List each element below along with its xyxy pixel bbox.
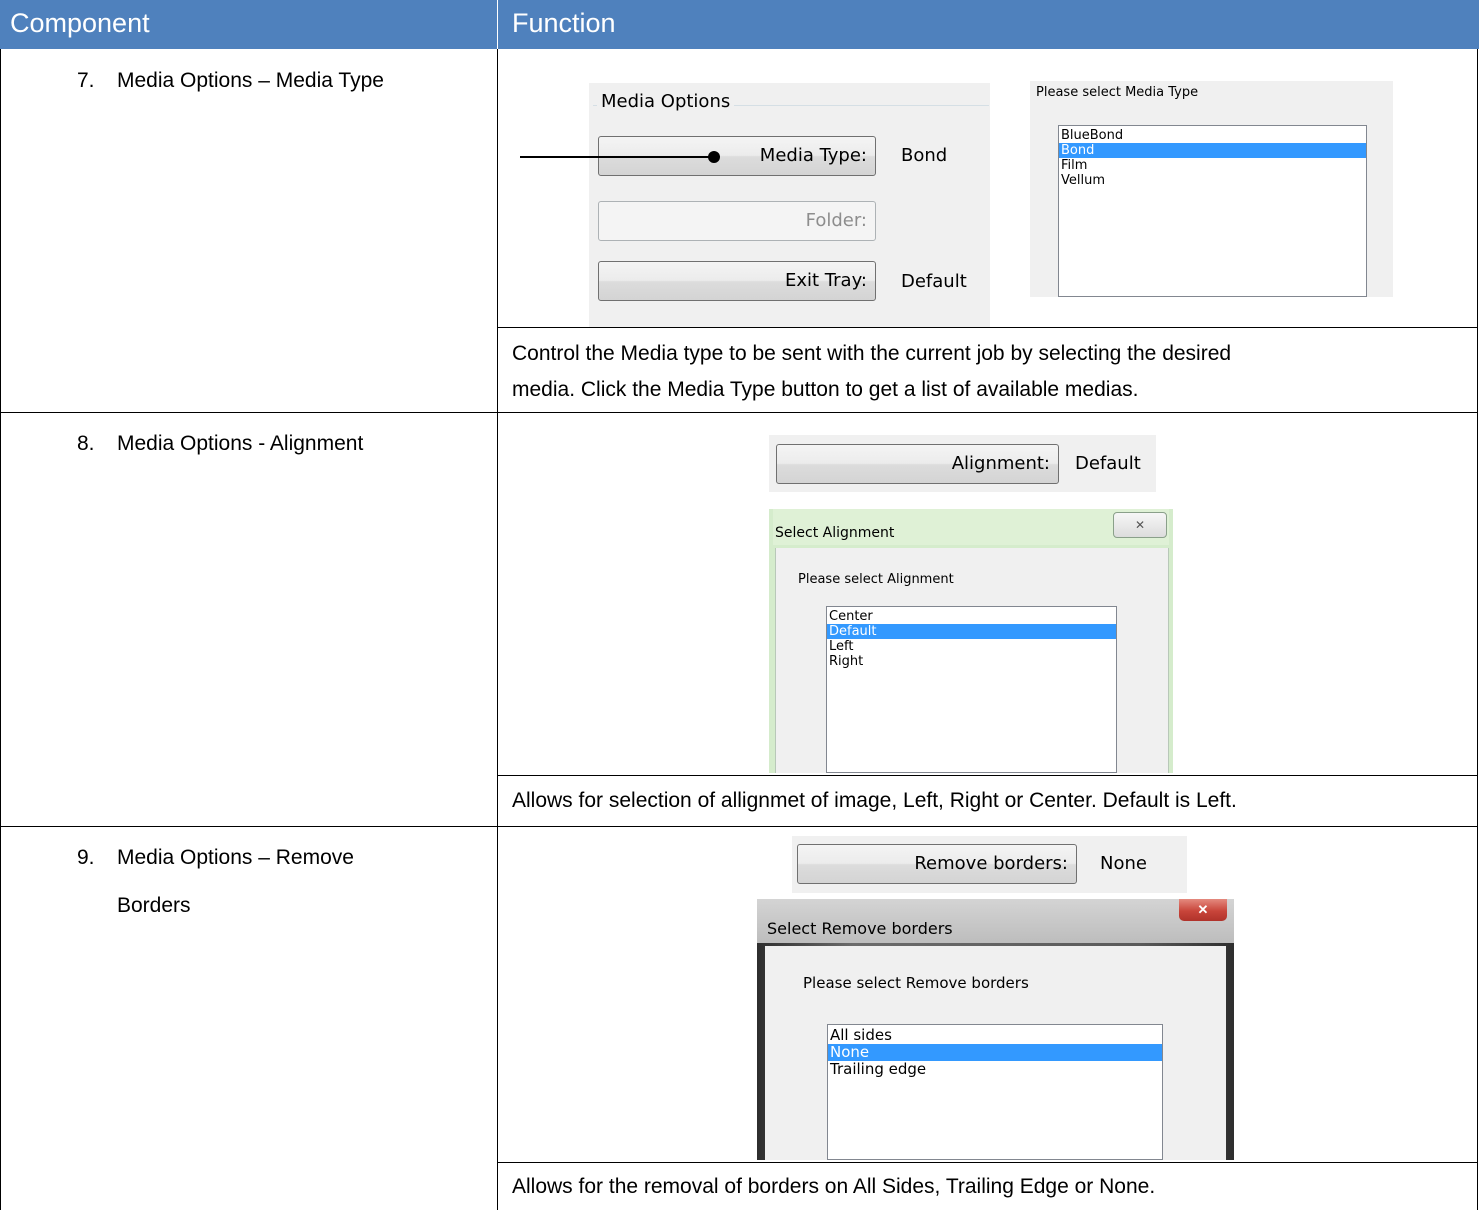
media-options-panel: Media Options Media Type: Bond Folder: E…	[589, 83, 990, 327]
media-type-option-selected[interactable]: Bond	[1059, 143, 1366, 158]
remove-borders-option[interactable]: All sides	[828, 1027, 1162, 1044]
row-divider-7-8	[0, 412, 1478, 413]
description-row-8: Allows for selection of allignmet of ima…	[512, 789, 1237, 812]
close-icon: ✕	[1134, 518, 1146, 532]
alignment-dialog-title: Select Alignment	[775, 525, 895, 541]
media-type-option[interactable]: Film	[1059, 158, 1366, 173]
row7-inner-divider	[497, 327, 1478, 328]
close-icon: ✕	[1197, 902, 1209, 917]
header-separator	[497, 0, 498, 49]
description-row-7-line-2: media. Click the Media Type button to ge…	[512, 378, 1139, 401]
remove-borders-listbox[interactable]: All sides None Trailing edge	[827, 1024, 1163, 1160]
remove-borders-value: None	[1100, 853, 1147, 874]
alignment-button[interactable]: Alignment:	[776, 444, 1059, 484]
media-type-value: Bond	[901, 145, 948, 166]
alignment-value: Default	[1075, 453, 1141, 474]
alignment-dialog: Select Alignment ✕ Please select Alignme…	[769, 509, 1173, 773]
exit-tray-button[interactable]: Exit Tray:	[598, 261, 876, 301]
alignment-option[interactable]: Right	[827, 654, 1116, 669]
table-border-right	[1477, 49, 1478, 1210]
table-header	[0, 0, 1479, 49]
remove-borders-option-selected[interactable]: None	[828, 1044, 1162, 1061]
table-column-divider	[497, 49, 498, 1210]
remove-borders-close-button[interactable]: ✕	[1179, 899, 1227, 921]
remove-borders-option[interactable]: Trailing edge	[828, 1061, 1162, 1078]
alignment-close-button[interactable]: ✕	[1113, 512, 1167, 538]
alignment-dialog-body: Please select Alignment Center Default L…	[775, 548, 1169, 773]
remove-borders-prompt: Please select Remove borders	[803, 974, 1029, 992]
row9-inner-divider	[497, 1162, 1478, 1163]
alignment-control: Alignment: Default	[769, 435, 1156, 492]
row-divider-8-9	[0, 826, 1478, 827]
media-type-option[interactable]: Vellum	[1059, 173, 1366, 188]
remove-borders-dialog-title: Select Remove borders	[767, 919, 953, 938]
media-type-option[interactable]: BlueBond	[1059, 128, 1366, 143]
description-row-9: Allows for the removal of borders on All…	[512, 1175, 1156, 1198]
table-border-left	[0, 49, 1, 1210]
remove-borders-dialog: Select Remove borders ✕ Please select Re…	[757, 899, 1234, 1160]
description-row-7-line-1: Control the Media type to be sent with t…	[512, 342, 1232, 365]
remove-borders-dialog-body: Please select Remove borders All sides N…	[765, 946, 1226, 1160]
alignment-prompt: Please select Alignment	[798, 572, 954, 587]
media-type-dialog: Please select Media Type BlueBond Bond F…	[1030, 81, 1393, 297]
folder-button[interactable]: Folder:	[598, 201, 876, 241]
exit-tray-value: Default	[901, 271, 967, 292]
callout-dot	[708, 151, 720, 163]
media-type-listbox[interactable]: BlueBond Bond Film Vellum	[1058, 125, 1367, 297]
callout-line	[520, 156, 714, 158]
media-type-prompt: Please select Media Type	[1036, 85, 1199, 100]
alignment-option[interactable]: Center	[827, 609, 1116, 624]
alignment-option[interactable]: Left	[827, 639, 1116, 654]
remove-borders-control: Remove borders: None	[792, 836, 1187, 893]
media-options-group-label: Media Options	[597, 91, 735, 112]
alignment-option-selected[interactable]: Default	[827, 624, 1116, 639]
row8-inner-divider	[497, 775, 1478, 776]
remove-borders-button[interactable]: Remove borders:	[797, 844, 1077, 884]
header-component: Component	[10, 8, 150, 38]
header-function: Function	[512, 8, 616, 38]
alignment-listbox[interactable]: Center Default Left Right	[826, 606, 1117, 773]
